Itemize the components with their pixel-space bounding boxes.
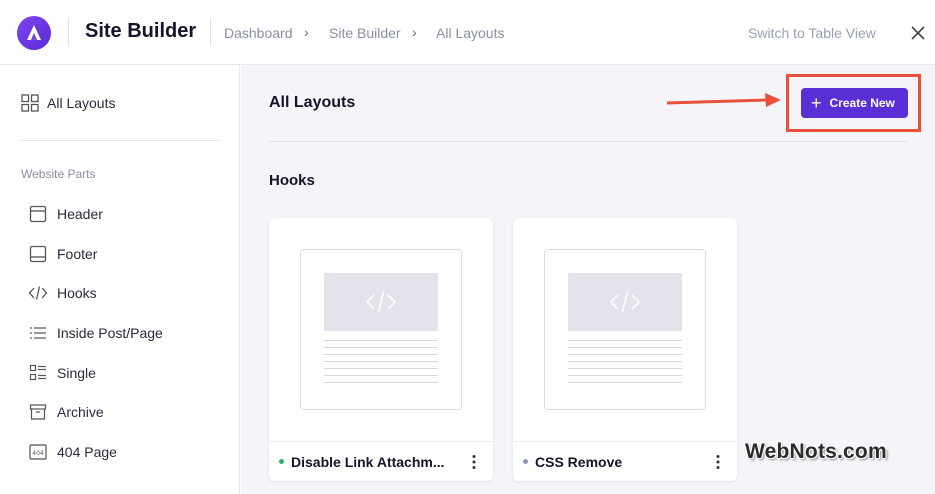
breadcrumb-dashboard[interactable]: Dashboard [224,25,293,41]
sidebar-item-hooks[interactable]: Hooks [28,283,97,303]
sidebar-item-footer[interactable]: Footer [28,244,97,264]
arrow-annotation-icon [666,93,781,107]
create-new-label: Create New [829,96,895,110]
sidebar-item-label: All Layouts [47,95,116,111]
single-icon [28,363,48,383]
top-bar: Site Builder Dashboard › Site Builder › … [0,0,935,65]
header-divider [68,18,69,46]
archive-icon [28,402,48,422]
breadcrumb-separator-icon: › [304,24,309,40]
preview-line [568,347,682,348]
layout-preview [544,249,706,410]
layout-name[interactable]: Disable Link Attachm... [291,454,451,470]
list-icon [28,323,48,343]
svg-text:404: 404 [32,450,44,457]
sidebar-item-label: Inside Post/Page [57,325,163,341]
sidebar: All Layouts Website Parts Header Footer … [0,65,240,494]
preview-line [568,361,682,362]
main-content: All Layouts + Create New Hooks Disable L… [241,65,935,494]
preview-line [324,375,438,376]
preview-line [324,382,438,383]
sidebar-item-all-layouts[interactable]: All Layouts [21,93,115,113]
layout-card[interactable]: CSS Remove [513,218,737,481]
code-icon [28,283,48,303]
sidebar-item-label: Single [57,365,96,381]
sidebar-item-label: Hooks [57,285,97,301]
layout-card[interactable]: Disable Link Attachm... [269,218,493,481]
preview-line [324,368,438,369]
sidebar-item-single[interactable]: Single [28,363,96,383]
layout-preview [300,249,462,410]
more-vertical-icon[interactable] [715,454,721,470]
card-footer: CSS Remove [513,441,737,481]
sidebar-section-label: Website Parts [21,167,96,181]
close-icon[interactable] [907,22,929,44]
sidebar-item-label: 404 Page [57,444,117,460]
preview-line [324,361,438,362]
sidebar-item-label: Archive [57,404,104,420]
breadcrumb-all-layouts[interactable]: All Layouts [436,25,504,41]
status-dot [279,459,284,464]
sidebar-item-label: Header [57,206,103,222]
404-icon: 404 [28,442,48,462]
sidebar-item-inside-post-page[interactable]: Inside Post/Page [28,323,163,343]
breadcrumb-site-builder[interactable]: Site Builder [329,25,401,41]
sidebar-item-label: Footer [57,246,98,262]
sidebar-divider [21,140,219,141]
status-dot [523,459,528,464]
grid-icon [21,94,39,112]
preview-line [568,368,682,369]
create-new-button[interactable]: + Create New [801,88,908,118]
sidebar-item-archive[interactable]: Archive [28,402,104,422]
header-icon [28,204,48,224]
content-divider [269,141,907,142]
preview-line [568,382,682,383]
app-title: Site Builder [85,20,197,42]
plus-icon: + [811,93,822,113]
preview-line [324,340,438,341]
card-footer: Disable Link Attachm... [269,441,493,481]
switch-to-table-view-link[interactable]: Switch to Table View [748,25,876,41]
preview-line [568,375,682,376]
footer-icon [28,244,48,264]
preview-line [324,354,438,355]
breadcrumb-separator-icon: › [412,24,417,40]
code-icon [324,273,438,331]
sidebar-item-header[interactable]: Header [28,204,103,224]
page-title: All Layouts [269,94,356,111]
preview-line [568,340,682,341]
preview-line [568,354,682,355]
watermark: WebNots.com [745,440,887,463]
header-divider [210,18,211,46]
preview-line [324,347,438,348]
more-vertical-icon[interactable] [471,454,477,470]
layout-name[interactable]: CSS Remove [535,454,695,470]
sidebar-item-404-page[interactable]: 404 404 Page [28,442,117,462]
astra-logo-icon[interactable] [17,16,51,50]
code-icon [568,273,682,331]
section-title-hooks: Hooks [269,172,315,189]
